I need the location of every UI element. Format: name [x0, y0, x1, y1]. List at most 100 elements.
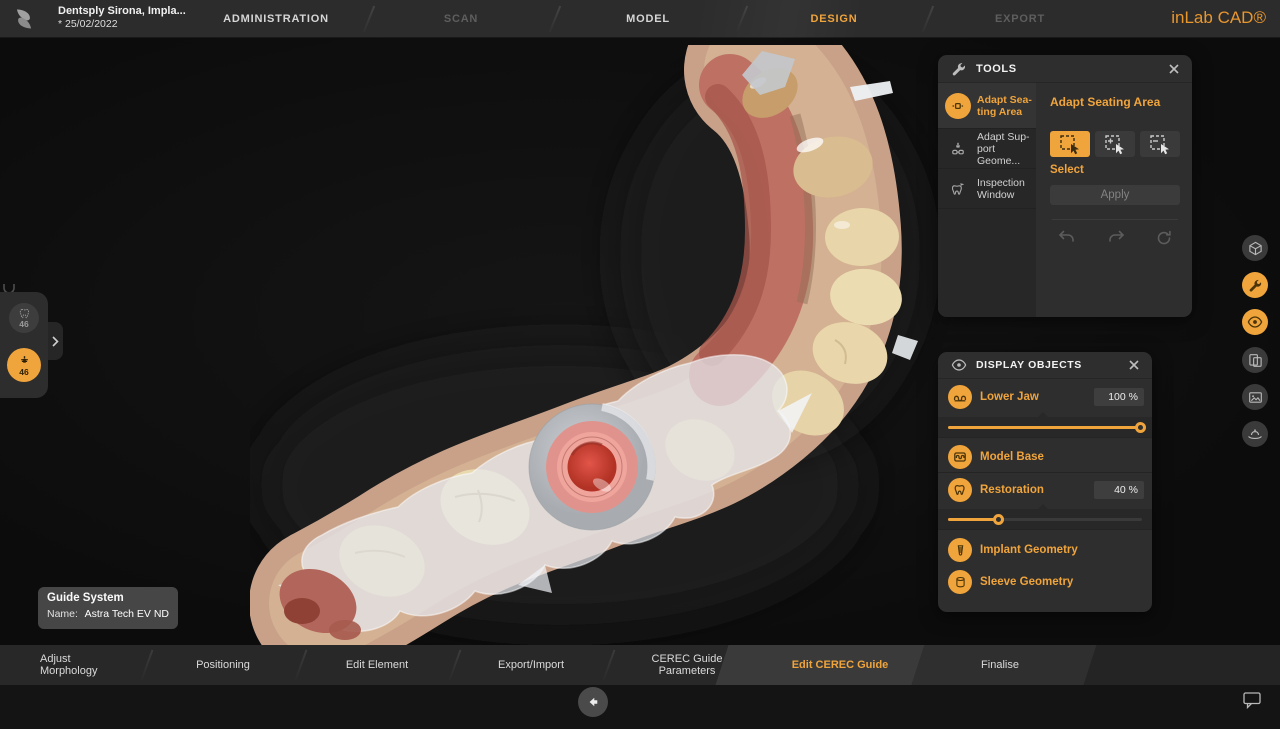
image-icon [1248, 390, 1263, 405]
adapt-support-geometry-icon [945, 136, 971, 162]
tools-panel-header: TOOLS [938, 55, 1192, 83]
inspection-window-icon [945, 176, 971, 202]
step-positioning[interactable]: Positioning [153, 645, 293, 685]
tool-item-adapt-support-geometry[interactable]: Adapt Sup- port Geome... [938, 129, 1036, 169]
tools-content: Adapt Seating Area Select Apply [1036, 83, 1192, 317]
step-export-import[interactable]: Export/Import [461, 645, 601, 685]
wrench-icon [951, 61, 967, 77]
model-base-icon [948, 445, 972, 469]
tab-model[interactable]: MODEL [553, 13, 743, 25]
display-objects-panel: DISPLAY OBJECTS Lower Jaw 100 % Model Ba… [938, 352, 1152, 612]
jaw-scan-model[interactable] [250, 45, 970, 645]
display-row-lower-jaw[interactable]: Lower Jaw 100 % [938, 381, 1152, 413]
guide-system-infobox: Guide System Name: Astra Tech EV ND [38, 587, 178, 629]
tooth-number: 46 [19, 320, 28, 328]
view-options-button[interactable] [1242, 235, 1268, 261]
sleeve-geometry-icon [948, 570, 972, 594]
step-edit-cerec-guide[interactable]: Edit CEREC Guide [770, 645, 910, 685]
step-cerec-guide-parameters[interactable]: CEREC Guide Parameters [617, 645, 757, 685]
display-row-sleeve-geometry[interactable]: Sleeve Geometry [938, 566, 1152, 598]
step-separator [449, 650, 462, 681]
display-objects-header: DISPLAY OBJECTS [938, 352, 1152, 379]
arrow-left-icon [587, 696, 599, 708]
adapt-seating-area-icon [945, 93, 971, 119]
tooth-46-restoration-button[interactable]: 46 [9, 303, 39, 333]
stepbar-tail [1084, 645, 1280, 685]
expand-tooth-panel-button[interactable] [48, 322, 63, 360]
tools-panel-title: TOOLS [976, 63, 1166, 75]
tooth-icon [19, 308, 30, 319]
tab-administration[interactable]: ADMINISTRATION [181, 13, 371, 25]
chevron-right-icon [52, 336, 59, 347]
workflow-step-bar: Adjust Morphology Positioning Edit Eleme… [0, 645, 1280, 685]
display-objects-title: DISPLAY OBJECTS [976, 359, 1126, 371]
select-subtract-button[interactable] [1140, 131, 1180, 157]
select-rectangle-button[interactable] [1050, 131, 1090, 157]
tool-heading: Adapt Seating Area [1050, 95, 1180, 109]
tooth-selector-panel: 46 46 [0, 292, 48, 398]
apply-button[interactable]: Apply [1050, 185, 1180, 205]
bottom-strip [0, 685, 1280, 729]
lower-jaw-slider-row [938, 417, 1152, 437]
service-button[interactable] [1242, 421, 1268, 447]
step-edit-element[interactable]: Edit Element [307, 645, 447, 685]
restoration-slider[interactable] [948, 518, 1142, 521]
select-label: Select [1050, 164, 1180, 176]
feedback-chat-button[interactable] [1242, 691, 1264, 711]
lower-jaw-slider-thumb[interactable] [1135, 422, 1146, 433]
lower-jaw-value[interactable]: 100 % [1094, 388, 1144, 406]
inlab-cad-app: Dentsply Sirona, Impla... * 25/02/2022 A… [0, 0, 1280, 729]
tools-panel: TOOLS Adapt Sea- ting Area Adapt Sup- po… [938, 55, 1192, 317]
close-icon[interactable] [1126, 357, 1142, 373]
case-details-button[interactable] [1242, 347, 1268, 373]
restoration-icon [948, 478, 972, 502]
display-row-implant-geometry[interactable]: Implant Geometry [938, 534, 1152, 566]
cube-icon [1248, 241, 1263, 256]
top-bar: Dentsply Sirona, Impla... * 25/02/2022 A… [0, 0, 1280, 38]
display-objects-button[interactable] [1242, 309, 1268, 335]
guide-system-title: Guide System [47, 592, 169, 604]
redo-icon[interactable] [1107, 230, 1125, 251]
patient-info[interactable]: Dentsply Sirona, Impla... * 25/02/2022 [58, 5, 186, 31]
eye-icon [1247, 316, 1263, 328]
select-add-button[interactable] [1095, 131, 1135, 157]
close-icon[interactable] [1166, 61, 1182, 77]
restoration-value[interactable]: 40 % [1094, 481, 1144, 499]
tooth-46-implant-button[interactable]: 46 [7, 348, 41, 382]
tools-list: Adapt Sea- ting Area Adapt Sup- port Geo… [938, 83, 1036, 317]
step-finalise[interactable]: Finalise [930, 645, 1070, 685]
tab-scan[interactable]: SCAN [366, 13, 556, 25]
hand-tray-icon [1247, 427, 1263, 441]
implant-sleeve [529, 404, 655, 530]
guide-name-value: Astra Tech EV ND [85, 608, 169, 620]
patient-name: Dentsply Sirona, Impla... [58, 5, 186, 18]
step-separator [295, 650, 308, 681]
chat-bubble-icon [1242, 691, 1262, 709]
restoration-slider-thumb[interactable] [993, 514, 1004, 525]
tooth-number: 46 [19, 368, 28, 376]
restoration-slider-row [938, 509, 1152, 529]
patient-birthdate: * 25/02/2022 [58, 18, 186, 31]
lower-jaw-icon [948, 385, 972, 409]
screenshot-button[interactable] [1242, 384, 1268, 410]
wrench-icon [1248, 278, 1263, 293]
undo-icon[interactable] [1058, 230, 1076, 251]
guide-name-label: Name: [47, 608, 78, 620]
display-row-restoration[interactable]: Restoration 40 % [938, 475, 1152, 505]
collapse-stepbar-button[interactable] [578, 687, 608, 717]
tab-export[interactable]: EXPORT [925, 13, 1115, 25]
step-adjust-morphology[interactable]: Adjust Morphology [40, 645, 150, 685]
eye-icon [951, 359, 967, 371]
tool-item-adapt-seating-area[interactable]: Adapt Sea- ting Area [938, 83, 1036, 129]
divider [1052, 219, 1178, 220]
tools-button[interactable] [1242, 272, 1268, 298]
documents-icon [1248, 353, 1263, 368]
implant-geometry-icon [948, 538, 972, 562]
lower-jaw-slider[interactable] [948, 426, 1142, 429]
display-row-model-base[interactable]: Model Base [938, 442, 1152, 472]
step-separator [603, 650, 616, 681]
implant-icon [18, 355, 31, 367]
reset-icon[interactable] [1156, 230, 1172, 251]
tool-item-inspection-window[interactable]: Inspection Window [938, 169, 1036, 209]
tab-design[interactable]: DESIGN [739, 13, 929, 25]
